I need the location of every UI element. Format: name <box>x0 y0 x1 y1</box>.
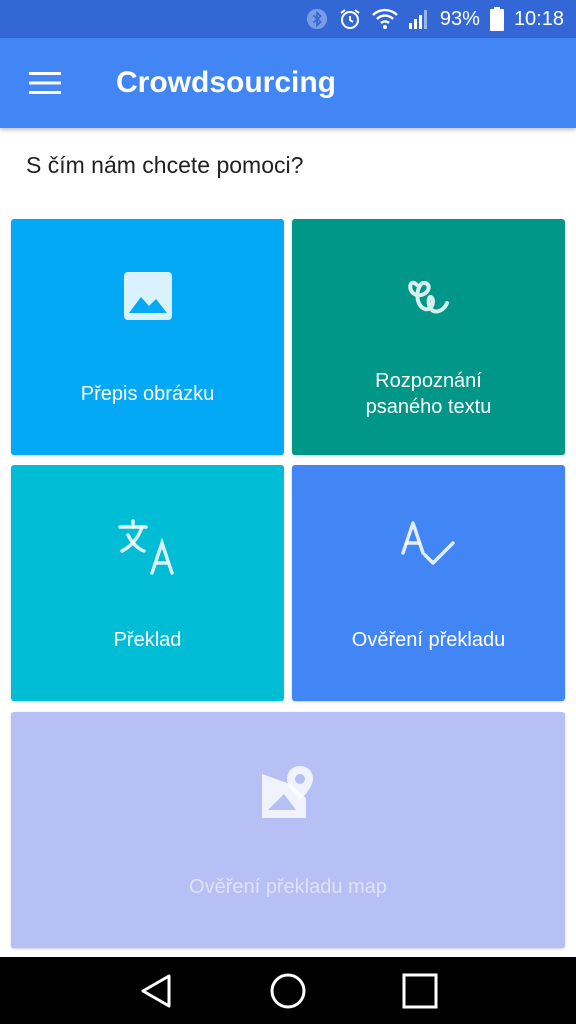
navigation-bar <box>0 957 576 1024</box>
tile-label: Přepis obrázku <box>80 383 215 405</box>
map-marker-icon <box>262 766 313 818</box>
image-icon <box>123 272 172 320</box>
status-bar: 93% 10:18 <box>0 0 576 38</box>
tile-handwriting-recognition[interactable]: Rozpoznání psaného textu <box>292 219 565 455</box>
battery-icon <box>489 7 504 31</box>
menu-button[interactable] <box>0 38 90 128</box>
app-title: Crowdsourcing <box>116 66 337 99</box>
recents-icon <box>402 973 438 1008</box>
tile-translation-verification[interactable]: Ověření překladu <box>292 465 565 701</box>
wifi-icon <box>372 8 398 30</box>
clock: 10:18 <box>513 7 564 30</box>
home-button[interactable] <box>258 961 318 1021</box>
back-icon <box>141 974 171 1007</box>
tile-label: Ověření překladu map <box>189 876 387 898</box>
tile-label: Rozpoznání psaného textu <box>365 370 492 418</box>
translate-icon <box>117 519 174 575</box>
tile-map-translation-verification[interactable]: Ověření překladu map <box>11 712 565 948</box>
alarm-icon <box>338 7 362 31</box>
back-button[interactable] <box>126 961 186 1021</box>
battery-percent: 93% <box>439 7 480 30</box>
signal-icon <box>408 8 430 30</box>
spellcheck-icon <box>400 521 455 565</box>
tile-label: Překlad <box>113 629 182 651</box>
tile-label: Ověření překladu <box>351 629 506 651</box>
home-icon <box>270 973 306 1008</box>
hamburger-menu-icon <box>29 72 61 94</box>
page-prompt: S čím nám chcete pomoci? <box>26 152 304 178</box>
tile-translation[interactable]: Překlad <box>11 465 284 701</box>
app-bar: Crowdsourcing <box>0 38 576 128</box>
recents-button[interactable] <box>390 961 450 1021</box>
bluetooth-icon <box>306 8 328 30</box>
handwriting-icon <box>407 280 449 314</box>
tile-image-transcription[interactable]: Přepis obrázku <box>11 219 284 455</box>
